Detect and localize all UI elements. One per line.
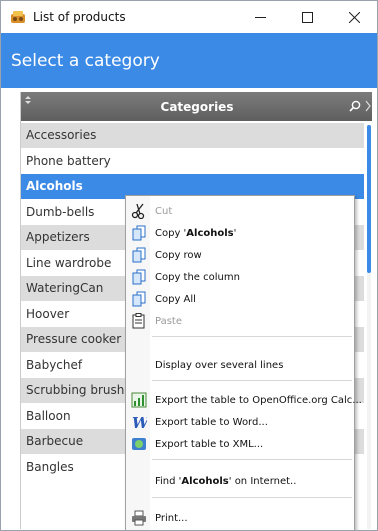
menu-item-cut-label: Cut	[155, 205, 173, 217]
search-icon[interactable]	[349, 100, 361, 112]
chevron-right-icon[interactable]	[365, 100, 371, 112]
table-cell-category: Line wardrobe	[26, 255, 112, 270]
scrollbar-thumb[interactable]	[367, 125, 371, 273]
menu-separator	[152, 336, 352, 337]
window: List of products Select a category Categ…	[0, 0, 378, 531]
minimize-button[interactable]	[237, 1, 283, 33]
table-cell-category: Barbecue	[26, 434, 84, 449]
paste-icon	[131, 313, 147, 329]
table-cell-category: WateringCan	[26, 281, 104, 296]
menu-item-print-label: Print...	[155, 512, 188, 524]
minimize-icon	[254, 16, 266, 18]
page-header: Select a category	[1, 33, 377, 88]
menu-item-find-internet[interactable]: Find 'Alcohols' on Internet..	[126, 470, 356, 492]
menu-item-export-xml[interactable]: Export table to XML...	[126, 433, 356, 455]
close-icon	[348, 11, 360, 23]
copy-all-icon	[131, 291, 147, 307]
spreadsheet-icon	[131, 392, 147, 408]
title-bar[interactable]: List of products	[1, 1, 377, 33]
menu-item-paste[interactable]: Paste	[126, 310, 356, 332]
table-cell-category: Accessories	[26, 128, 97, 143]
table-cell-category: Hoover	[26, 306, 70, 321]
table-cell-category: Babychef	[26, 357, 83, 372]
menu-separator	[152, 497, 352, 498]
window-title: List of products	[33, 10, 126, 24]
table-cell-category: Alcohols	[26, 179, 83, 194]
maximize-icon	[301, 11, 313, 23]
scissors-icon	[131, 203, 147, 220]
menu-item-copy-column[interactable]: Copy the column	[126, 266, 356, 288]
find-prefix: Find '	[155, 475, 182, 487]
sort-icon[interactable]	[25, 96, 31, 104]
menu-item-display-label: Display over several lines	[155, 359, 284, 371]
copy-suffix: '	[233, 227, 237, 239]
menu-item-copy-row[interactable]: Copy row	[126, 244, 356, 266]
close-button[interactable]	[331, 1, 377, 33]
table-cell-category: Bangles	[26, 459, 74, 474]
table-cell-category: Balloon	[26, 408, 71, 423]
table-cell-category: Appetizers	[26, 230, 90, 245]
menu-item-copy-column-label: Copy the column	[155, 271, 240, 283]
find-value: Alcohols	[181, 475, 229, 487]
column-header-categories: Categories	[160, 99, 234, 114]
menu-item-cut[interactable]: Cut	[126, 200, 356, 222]
menu-item-export-word-label: Export table to Word...	[155, 416, 268, 428]
find-suffix: ' on Internet..	[228, 475, 297, 487]
products-app-icon	[10, 9, 26, 25]
copy-icon	[131, 225, 147, 241]
menu-item-copy-all[interactable]: Copy All	[126, 288, 356, 310]
word-icon: W	[131, 414, 151, 432]
table-cell-category: Scrubbing brushes	[26, 383, 139, 398]
copy-column-icon	[131, 269, 147, 285]
svg-text:W: W	[132, 414, 147, 430]
menu-item-export-calc[interactable]: Export the table to OpenOffice.org Calc.…	[126, 389, 362, 411]
table-cell-category: Dumb-bells	[26, 204, 95, 219]
page-title: Select a category	[11, 50, 160, 71]
menu-item-copy-value[interactable]: Copy 'Alcohols'	[126, 222, 356, 244]
printer-icon	[131, 510, 147, 526]
menu-item-print[interactable]: Print...	[126, 507, 356, 529]
table-header[interactable]: Categories	[21, 92, 372, 121]
menu-item-export-xml-label: Export table to XML...	[155, 438, 264, 450]
maximize-button[interactable]	[284, 1, 330, 33]
menu-separator	[152, 459, 352, 460]
copy-value: Alcohols	[186, 227, 234, 239]
table-row[interactable]: Accessories	[21, 123, 364, 149]
table-cell-category: Phone battery	[26, 153, 111, 168]
context-menu: Cut Copy 'Alcohols' Copy row Copy the co…	[125, 195, 362, 530]
menu-item-export-calc-label: Export the table to OpenOffice.org Calc.…	[155, 394, 362, 406]
xml-icon	[131, 436, 147, 452]
menu-item-display-several-lines[interactable]: Display over several lines	[126, 354, 356, 376]
menu-item-paste-label: Paste	[155, 315, 182, 327]
table-cell-category: Pressure cooker	[26, 332, 122, 347]
copy-prefix: Copy '	[155, 227, 187, 239]
copy-row-icon	[131, 247, 147, 263]
table-row[interactable]: Phone battery	[21, 149, 364, 174]
menu-item-copy-all-label: Copy All	[155, 293, 196, 305]
menu-item-copy-row-label: Copy row	[155, 249, 202, 261]
menu-separator	[152, 380, 352, 381]
menu-item-export-word[interactable]: W Export table to Word...	[126, 411, 356, 433]
